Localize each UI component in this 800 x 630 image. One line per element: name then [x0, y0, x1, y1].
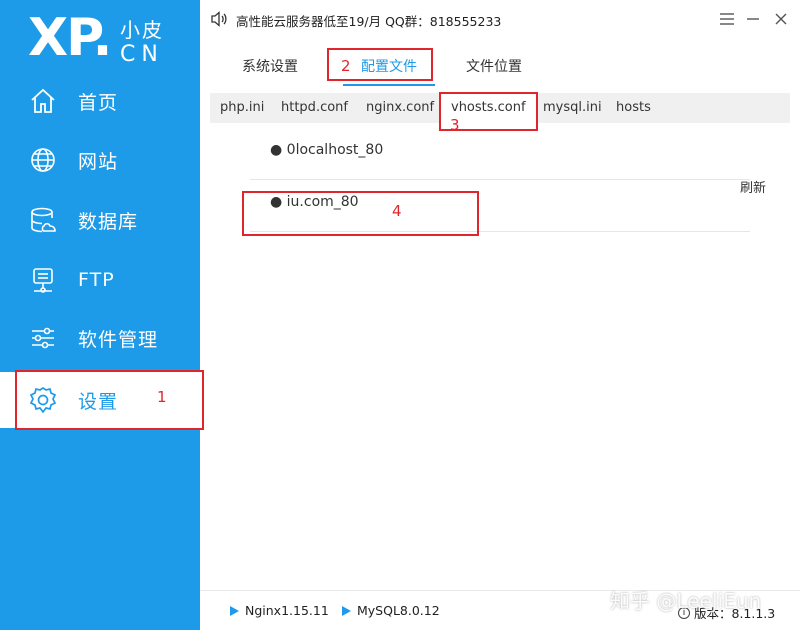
globe-icon: [28, 145, 58, 175]
site-name: ● 0localhost_80: [270, 142, 384, 158]
ftp-server-icon: [28, 265, 58, 295]
nginx-status[interactable]: Nginx1.15.11: [230, 603, 329, 618]
sidebar-item-label: 数据库: [78, 210, 139, 233]
speaker-icon: [210, 10, 228, 32]
header-notice: 高性能云服务器低至19/月 QQ群：818555233: [236, 14, 502, 29]
sidebar-item-ftp[interactable]: FTP: [0, 252, 200, 308]
subtab-httpd-conf[interactable]: httpd.conf: [272, 93, 357, 123]
mysql-status[interactable]: MySQL8.0.12: [342, 603, 440, 618]
menu-icon[interactable]: [716, 8, 738, 30]
annotation-number: 4: [392, 202, 402, 220]
sidebar-item-website[interactable]: 网站: [0, 132, 200, 188]
play-icon: [342, 605, 351, 616]
sidebar-item-database[interactable]: 数据库: [0, 192, 200, 248]
subtab-php-ini[interactable]: php.ini: [210, 93, 274, 123]
close-icon[interactable]: [770, 8, 792, 30]
sidebar-item-label: 首页: [78, 91, 119, 114]
header: 高性能云服务器低至19/月 QQ群：818555233: [200, 0, 800, 38]
annotation-box-site: [242, 191, 479, 236]
logo-bottom-text: CN: [120, 42, 164, 67]
sliders-icon: [28, 323, 58, 353]
home-icon: [28, 86, 58, 116]
mysql-label: MySQL8.0.12: [357, 603, 440, 618]
tab-system-settings[interactable]: 系统设置: [230, 48, 310, 86]
annotation-box-settings: [15, 370, 204, 430]
minimize-icon[interactable]: [742, 8, 764, 30]
play-icon: [230, 605, 239, 616]
list-item[interactable]: ● 0localhost_80: [250, 128, 750, 180]
subtab-nginx-conf[interactable]: nginx.conf: [357, 93, 443, 123]
annotation-number: 1: [157, 388, 167, 406]
subtab-hosts[interactable]: hosts: [606, 93, 661, 123]
sidebar-item-label: 网站: [78, 150, 119, 173]
subtab-mysql-ini[interactable]: mysql.ini: [534, 93, 611, 123]
logo-top-text: 小皮: [120, 18, 164, 42]
sidebar-item-label: FTP: [78, 269, 115, 291]
nginx-label: Nginx1.15.11: [245, 603, 329, 618]
sidebar-item-label: 软件管理: [78, 328, 159, 351]
tab-file-location[interactable]: 文件位置: [454, 48, 534, 86]
annotation-number: 2: [341, 57, 351, 75]
settings-tabs: 系统设置 配置文件 文件位置: [210, 48, 790, 88]
sidebar-item-home[interactable]: 首页: [0, 73, 200, 129]
logo-mark: XP.: [28, 8, 112, 68]
sidebar: XP. 小皮 CN 首页 网站 数据库 FTP 软件管理 设置: [0, 0, 200, 630]
watermark: 知乎 @LeeJiEun: [610, 589, 762, 613]
database-icon: [28, 205, 58, 235]
annotation-number: 3: [450, 116, 460, 134]
sidebar-item-software[interactable]: 软件管理: [0, 310, 200, 366]
